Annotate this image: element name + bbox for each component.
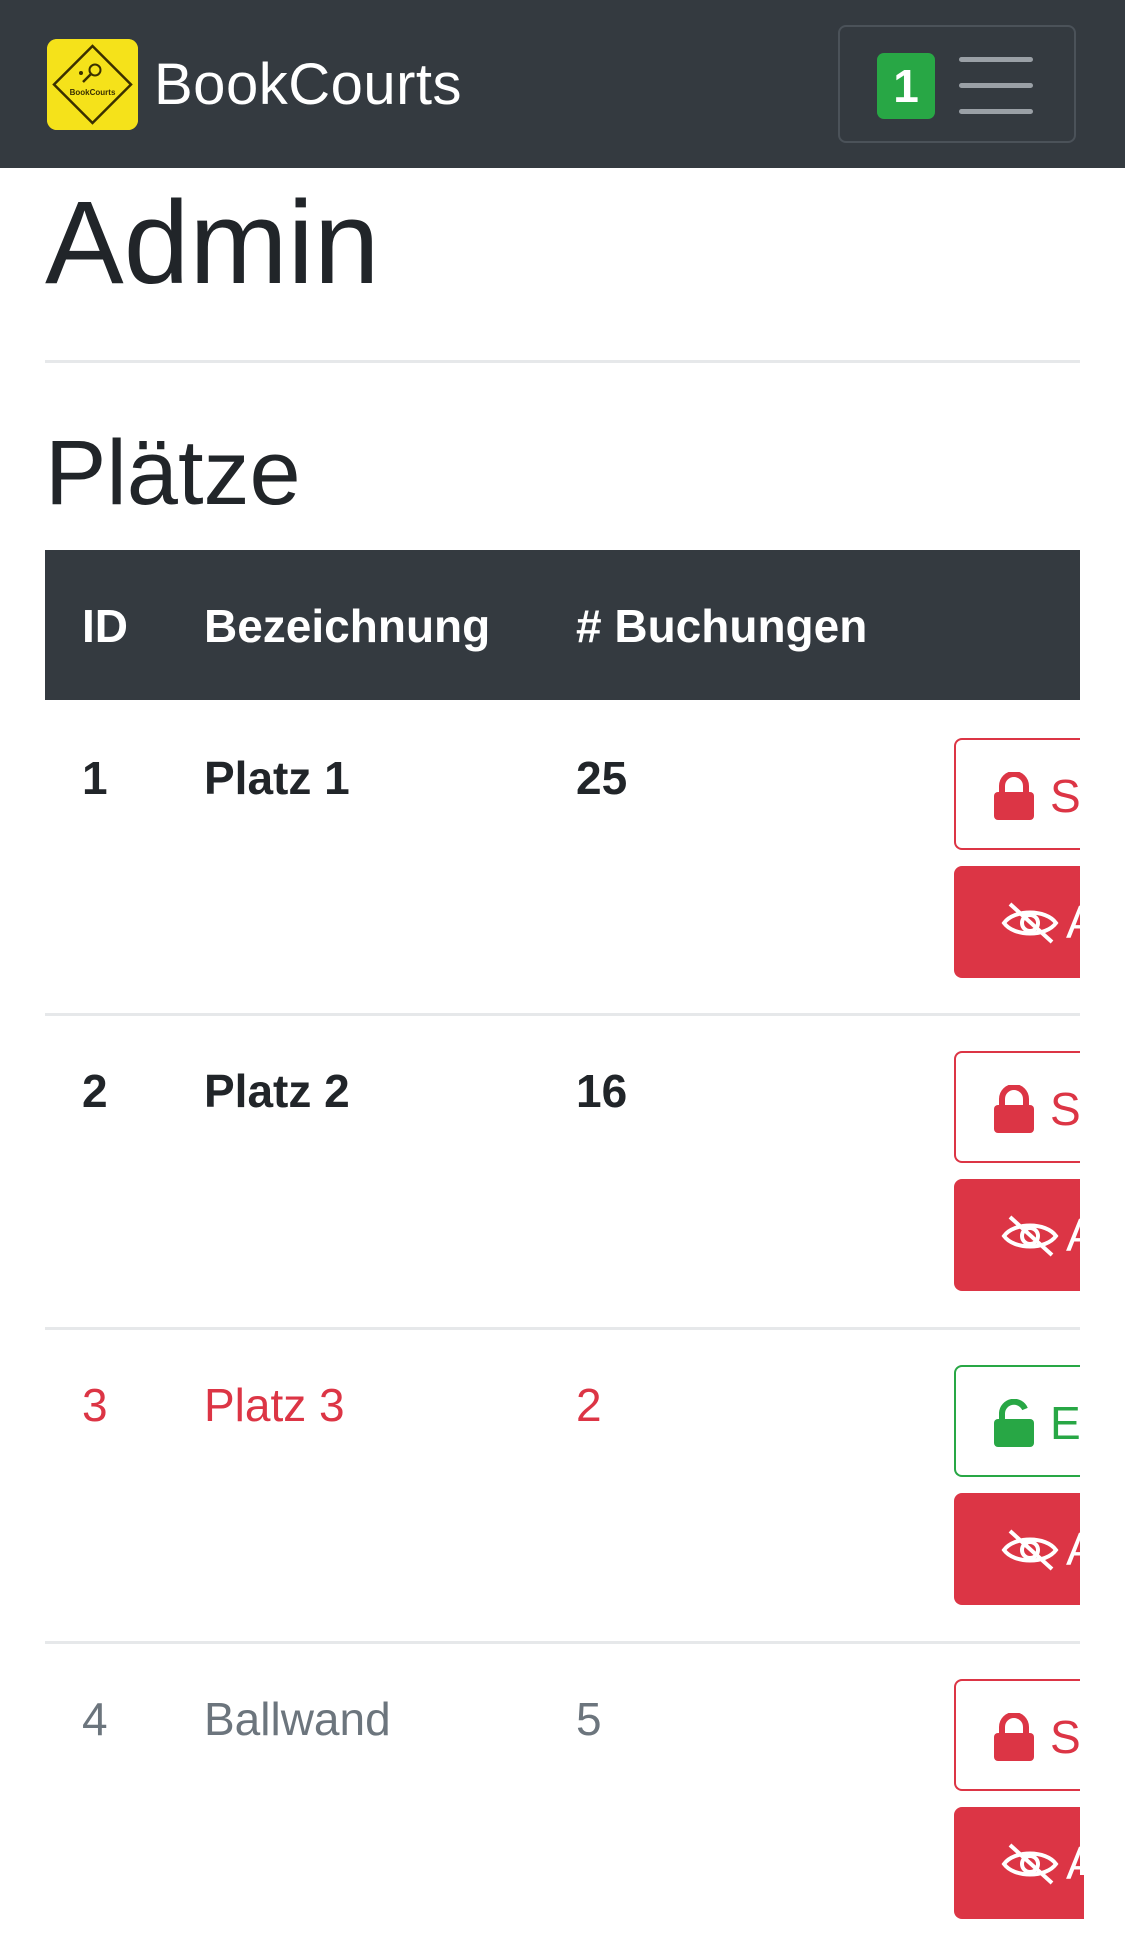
row-bookings: 2 [576, 1379, 602, 1431]
hide-court-button[interactable]: Ausblenden [954, 1807, 1084, 1919]
unlock-court-button[interactable]: Entsperren [954, 1365, 1084, 1477]
lock-button-label: Sperren [1050, 770, 1084, 822]
row-bookings: 25 [576, 752, 628, 804]
section-title: Plätze [45, 422, 301, 524]
hide-court-button[interactable]: Ausblenden [954, 1493, 1084, 1605]
navbar-toggler-button[interactable]: 1 [838, 25, 1076, 143]
row-name: Ballwand [204, 1693, 391, 1745]
table-row: 3 Platz 3 2 Entsperren Ausblenden [45, 1327, 1084, 1641]
lock-court-button[interactable]: Sperren [954, 738, 1084, 850]
lock-court-button[interactable]: Sperren [954, 1679, 1084, 1791]
eye-slash-icon [1001, 902, 1059, 944]
navbar: BookCourts BookCourts 1 [0, 0, 1125, 168]
divider [45, 360, 1080, 363]
row-name: Platz 2 [204, 1065, 350, 1117]
lock-icon [994, 1085, 1034, 1133]
brand-logo[interactable]: BookCourts [47, 39, 138, 130]
lock-icon [994, 772, 1034, 820]
row-name: Platz 3 [204, 1379, 345, 1431]
row-id: 2 [82, 1065, 108, 1117]
table-row: 2 Platz 2 16 Sperren Ausblenden [45, 1013, 1084, 1327]
eye-slash-icon [1001, 1843, 1059, 1885]
table-header: ID Bezeichnung # Buchungen [45, 550, 1080, 700]
eye-slash-icon [1001, 1529, 1059, 1571]
hamburger-menu-icon [959, 57, 1033, 115]
row-id: 3 [82, 1379, 108, 1431]
eye-slash-icon [1001, 1215, 1059, 1257]
hide-court-button[interactable]: Ausblenden [954, 1179, 1084, 1291]
row-bookings: 5 [576, 1693, 602, 1745]
row-id: 4 [82, 1693, 108, 1745]
row-id: 1 [82, 752, 108, 804]
lock-icon [994, 1713, 1034, 1761]
lock-button-label: Sperren [1050, 1083, 1084, 1135]
column-header-bookings: # Buchungen [576, 600, 868, 652]
logo-text: BookCourts [70, 88, 116, 97]
table-row: 1 Platz 1 25 Sperren Ausblenden [45, 700, 1084, 1014]
page-title: Admin [45, 177, 380, 309]
brand-name[interactable]: BookCourts [154, 50, 462, 120]
row-bookings: 16 [576, 1065, 628, 1117]
viewport-edge [1080, 168, 1125, 1875]
hide-court-button[interactable]: Ausblenden [954, 866, 1084, 978]
lock-button-label: Sperren [1050, 1711, 1084, 1763]
unlock-button-label: Entsperren [1050, 1397, 1084, 1449]
column-header-id: ID [82, 600, 128, 652]
column-header-name: Bezeichnung [204, 600, 491, 652]
table-row: 4 Ballwand 5 Sperren Ausblenden [45, 1641, 1084, 1955]
row-name: Platz 1 [204, 752, 350, 804]
lock-court-button[interactable]: Sperren [954, 1051, 1084, 1163]
unlock-icon [994, 1399, 1034, 1447]
notification-badge: 1 [877, 53, 935, 119]
